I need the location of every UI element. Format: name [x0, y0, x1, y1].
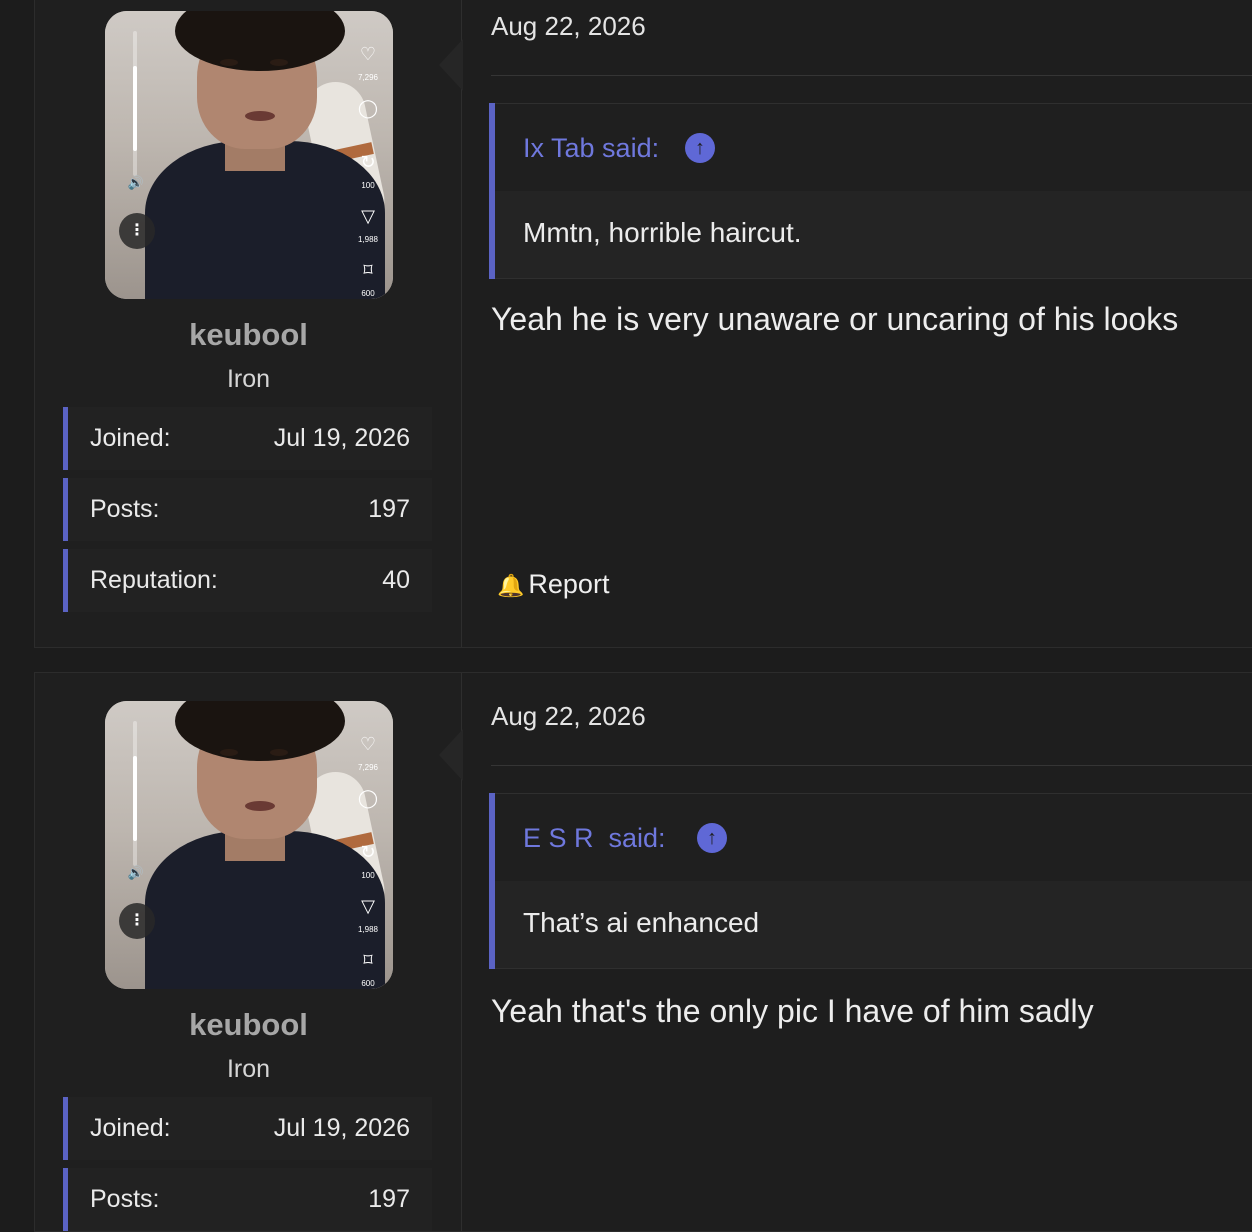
reply-text: Yeah that's the only pic I have of him s… [491, 993, 1094, 1029]
volume-slider-fill [133, 756, 137, 841]
quote-author-link[interactable]: Ix Tab said: [523, 104, 659, 192]
saves-count: 600 [361, 289, 375, 298]
avatar[interactable]: 🔊 ⋮ ♡ 7,296 ◯ ↻ 100 ▽ 1,988 ⌑ 600 [105, 11, 393, 299]
comment-icon: ◯ [357, 98, 379, 118]
report-button[interactable]: 🔔 Report [497, 569, 609, 600]
user-rank: Iron [226, 365, 271, 393]
more-options-button: ⋮ [119, 213, 155, 249]
share-icon: ▽ [361, 896, 375, 916]
stat-label: Reputation: [90, 566, 218, 594]
forum-post: 🔊 ⋮ ♡ 7,296 ◯ ↻ 100 ▽ 1,988 ⌑ 600 keuboo… [34, 0, 1252, 648]
stat-reputation: Reputation: 40 [63, 549, 432, 612]
likes-count: 7,296 [357, 73, 379, 82]
post-date[interactable]: Aug 22, 2026 [491, 11, 646, 42]
stat-label: Posts: [90, 1185, 160, 1213]
likes-count: 7,296 [357, 763, 379, 772]
username[interactable]: keubool [35, 317, 462, 353]
shares-count: 1,988 [357, 235, 379, 244]
bookmark-icon: ⌑ [363, 950, 373, 970]
user-info-panel: 🔊 ⋮ ♡ 7,296 ◯ ↻ 100 ▽ 1,988 ⌑ 600 keuboo… [35, 0, 462, 647]
bell-icon: 🔔 [497, 573, 525, 598]
heart-icon: ♡ [359, 734, 377, 754]
post-pointer [439, 729, 463, 781]
stat-value: 197 [368, 1185, 410, 1213]
stat-label: Posts: [90, 495, 160, 523]
divider [491, 765, 1252, 766]
quote-text: That’s ai enhanced [523, 907, 760, 938]
arrow-up-circle-icon[interactable]: ↑ [697, 823, 727, 853]
reposts-count: 100 [361, 871, 375, 880]
more-options-button: ⋮ [119, 903, 155, 939]
avatar[interactable]: 🔊 ⋮ ♡ 7,296 ◯ ↻ 100 ▽ 1,988 ⌑ 600 [105, 701, 393, 989]
quote-text: Mmtn, horrible haircut. [523, 217, 802, 248]
stat-joined: Joined: Jul 19, 2026 [63, 1097, 432, 1160]
comment-icon: ◯ [357, 788, 379, 808]
saves-count: 600 [361, 979, 375, 988]
share-icon: ▽ [361, 206, 375, 226]
stat-posts: Posts: 197 [63, 1168, 432, 1231]
user-info-panel: 🔊 ⋮ ♡ 7,296 ◯ ↻ 100 ▽ 1,988 ⌑ 600 keuboo… [35, 673, 462, 1231]
quote-block: E S R said: ↑ That’s ai enhanced [489, 793, 1252, 969]
username[interactable]: keubool [35, 1007, 462, 1043]
forum-post: 🔊 ⋮ ♡ 7,296 ◯ ↻ 100 ▽ 1,988 ⌑ 600 keuboo… [34, 672, 1252, 1232]
user-rank: Iron [226, 1055, 271, 1083]
stat-label: Joined: [90, 424, 171, 452]
quote-author-link[interactable]: E S R said: [523, 794, 666, 882]
stat-joined: Joined: Jul 19, 2026 [63, 407, 432, 470]
stat-value: Jul 19, 2026 [273, 1114, 410, 1142]
stat-label: Joined: [90, 1114, 171, 1142]
shares-count: 1,988 [357, 925, 379, 934]
speaker-icon: 🔊 [127, 865, 145, 880]
volume-slider-fill [133, 66, 137, 151]
bookmark-icon: ⌑ [363, 260, 373, 280]
message-body: Aug 22, 2026 E S R said: ↑ That’s ai enh… [463, 673, 1252, 1231]
stat-value: 40 [382, 566, 410, 594]
reply-text: Yeah he is very unaware or uncaring of h… [491, 301, 1179, 337]
heart-icon: ♡ [359, 44, 377, 64]
post-date[interactable]: Aug 22, 2026 [491, 701, 646, 732]
speaker-icon: 🔊 [127, 175, 145, 190]
stat-value: Jul 19, 2026 [273, 424, 410, 452]
divider [491, 75, 1252, 76]
stat-posts: Posts: 197 [63, 478, 432, 541]
post-pointer [439, 39, 463, 91]
quote-block: Ix Tab said: ↑ Mmtn, horrible haircut. [489, 103, 1252, 279]
report-label: Report [528, 569, 610, 599]
stat-value: 197 [368, 495, 410, 523]
message-body: Aug 22, 2026 Ix Tab said: ↑ Mmtn, horrib… [463, 0, 1252, 647]
repost-icon: ↻ [360, 152, 376, 172]
reposts-count: 100 [361, 181, 375, 190]
arrow-up-circle-icon[interactable]: ↑ [685, 133, 715, 163]
repost-icon: ↻ [360, 842, 376, 862]
